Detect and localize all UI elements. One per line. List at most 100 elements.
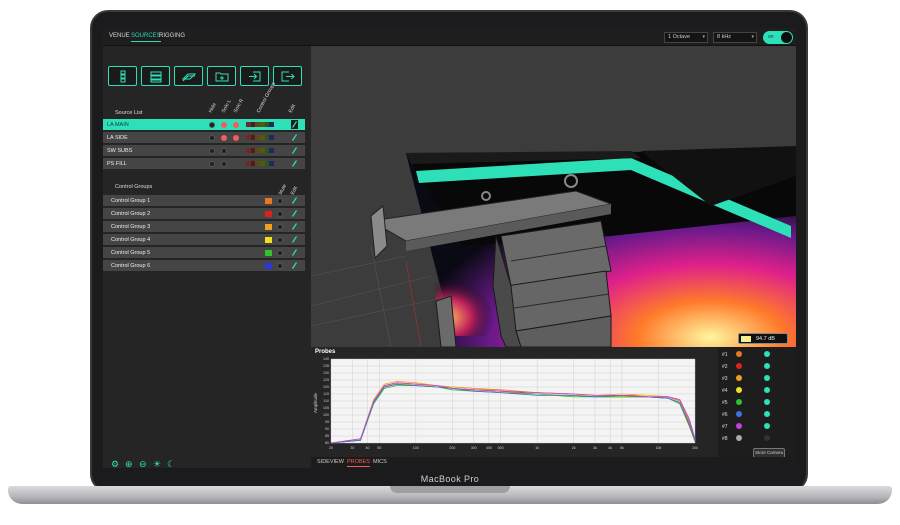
probe-visible-toggle[interactable] bbox=[764, 435, 770, 441]
probe-row[interactable]: #1 bbox=[722, 350, 792, 360]
mute-toggle[interactable] bbox=[277, 197, 283, 204]
probe-row[interactable]: #6 bbox=[722, 410, 792, 420]
resolution-select[interactable]: 1 Octave ▾ bbox=[664, 32, 708, 43]
tab-sideview[interactable]: SIDEVIEW bbox=[317, 459, 344, 465]
3d-viewport[interactable] bbox=[311, 46, 796, 347]
edit-pencil-icon[interactable] bbox=[291, 159, 298, 168]
probe-visible-toggle[interactable] bbox=[764, 351, 770, 357]
control-group-name: Control Group 4 bbox=[111, 236, 151, 243]
source-name: LA MAIN bbox=[107, 121, 129, 128]
probe-visible-toggle[interactable] bbox=[764, 411, 770, 417]
source-row[interactable]: LA SIDE bbox=[103, 132, 305, 143]
source-row[interactable]: PS FILL bbox=[103, 158, 305, 169]
control-group-row[interactable]: Control Group 3 bbox=[103, 221, 305, 232]
tab-mics[interactable]: MICS bbox=[373, 459, 387, 465]
control-group-row[interactable]: Control Group 1 bbox=[103, 195, 305, 206]
source-row[interactable]: SW SUBS bbox=[103, 145, 305, 156]
probe-row[interactable]: #8 bbox=[722, 434, 792, 444]
probe-visible-toggle[interactable] bbox=[764, 363, 770, 369]
column-control-groups: Control Groups bbox=[255, 81, 277, 114]
x-tick-label: 5k bbox=[620, 446, 624, 450]
stacked-speakers-icon bbox=[150, 71, 162, 83]
level-color-swatch bbox=[741, 336, 751, 342]
import-button[interactable] bbox=[240, 66, 269, 86]
power-toggle[interactable]: on bbox=[763, 31, 793, 44]
probe-visible-toggle[interactable] bbox=[764, 375, 770, 381]
import-icon bbox=[249, 71, 261, 82]
stacked-speakers-button[interactable] bbox=[141, 66, 170, 86]
solo-l-toggle[interactable] bbox=[221, 121, 227, 128]
tab-sources[interactable]: SOURCES bbox=[131, 33, 161, 42]
source-row[interactable]: LA MAIN bbox=[103, 119, 305, 130]
control-group-row[interactable]: Control Group 5 bbox=[103, 247, 305, 258]
edit-pencil-icon[interactable] bbox=[291, 235, 298, 244]
color-swatch[interactable] bbox=[265, 197, 272, 204]
probe-label: #4 bbox=[722, 388, 728, 394]
dark-mode-icon[interactable]: ☾ bbox=[167, 459, 175, 468]
probe-row[interactable]: #4 bbox=[722, 386, 792, 396]
x-tick-label: 10k bbox=[656, 446, 662, 450]
hide-toggle[interactable] bbox=[209, 147, 215, 154]
mute-toggle[interactable] bbox=[277, 223, 283, 230]
edit-pencil-icon[interactable] bbox=[291, 120, 298, 129]
x-tick-label: 30 bbox=[350, 446, 354, 450]
power-label: on bbox=[768, 34, 774, 40]
color-swatch[interactable] bbox=[265, 249, 272, 256]
edit-pencil-icon[interactable] bbox=[291, 222, 298, 231]
probe-visible-toggle[interactable] bbox=[764, 423, 770, 429]
edit-pencil-icon[interactable] bbox=[291, 196, 298, 205]
solo-r-toggle[interactable] bbox=[233, 121, 239, 128]
probe-row[interactable]: #2 bbox=[722, 362, 792, 372]
solo-l-toggle[interactable] bbox=[221, 134, 227, 141]
mute-toggle[interactable] bbox=[277, 249, 283, 256]
zoom-out-icon[interactable]: ⊖ bbox=[139, 459, 147, 468]
open-folder-button[interactable] bbox=[207, 66, 236, 86]
source-name: LA SIDE bbox=[107, 134, 128, 141]
tab-rigging[interactable]: RIGGING bbox=[159, 33, 185, 39]
subwoofer-button[interactable] bbox=[174, 66, 203, 86]
edit-pencil-icon[interactable] bbox=[291, 248, 298, 257]
y-tick-label: 95 bbox=[325, 420, 329, 424]
settings-gear-icon[interactable]: ⚙ bbox=[111, 459, 119, 468]
probe-visible-toggle[interactable] bbox=[764, 387, 770, 393]
solo-r-toggle[interactable] bbox=[233, 134, 239, 141]
column-solo-r: Solo R bbox=[232, 97, 246, 114]
solo-l-toggle[interactable] bbox=[221, 160, 227, 167]
x-tick-label: 1k bbox=[535, 446, 539, 450]
edit-pencil-icon[interactable] bbox=[291, 261, 298, 270]
source-list-title: Source List bbox=[115, 110, 143, 116]
probe-row[interactable]: #3 bbox=[722, 374, 792, 384]
speaker-array-button[interactable] bbox=[108, 66, 137, 86]
color-swatch[interactable] bbox=[265, 210, 272, 217]
hide-toggle[interactable] bbox=[209, 160, 215, 167]
color-swatch[interactable] bbox=[265, 262, 272, 269]
frequency-select[interactable]: 8 kHz ▾ bbox=[713, 32, 757, 43]
mute-toggle[interactable] bbox=[277, 236, 283, 243]
tab-probes[interactable]: PROBES bbox=[347, 459, 370, 467]
brightness-icon[interactable]: ☀ bbox=[153, 459, 161, 468]
control-group-name: Control Group 2 bbox=[111, 210, 151, 217]
control-group-row[interactable]: Control Group 4 bbox=[103, 234, 305, 245]
edit-pencil-icon[interactable] bbox=[291, 209, 298, 218]
color-swatch[interactable] bbox=[265, 236, 272, 243]
control-group-row[interactable]: Control Group 6 bbox=[103, 260, 305, 271]
edit-pencil-icon[interactable] bbox=[291, 133, 298, 142]
probe-row[interactable]: #7 bbox=[722, 422, 792, 432]
color-swatch[interactable] bbox=[265, 223, 272, 230]
probe-row[interactable]: #5 bbox=[722, 398, 792, 408]
edit-pencil-icon[interactable] bbox=[291, 146, 298, 155]
hide-toggle[interactable] bbox=[209, 134, 215, 141]
y-tick-label: 110 bbox=[323, 399, 329, 403]
mute-toggle[interactable] bbox=[277, 210, 283, 217]
hide-toggle[interactable] bbox=[209, 121, 215, 128]
solo-l-toggle[interactable] bbox=[221, 147, 227, 154]
zoom-in-icon[interactable]: ⊕ bbox=[125, 459, 133, 468]
x-tick-label: 3k bbox=[593, 446, 597, 450]
line-array-icon bbox=[120, 70, 126, 83]
export-button[interactable] bbox=[273, 66, 302, 86]
probe-visible-toggle[interactable] bbox=[764, 399, 770, 405]
tab-venue[interactable]: VENUE bbox=[109, 33, 130, 39]
mute-toggle[interactable] bbox=[277, 262, 283, 269]
probe-label: #7 bbox=[722, 424, 728, 430]
control-group-row[interactable]: Control Group 2 bbox=[103, 208, 305, 219]
